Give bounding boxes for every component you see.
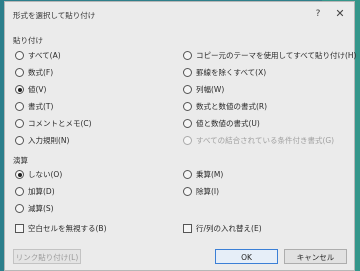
option-label: 列幅(W) <box>196 85 225 94</box>
checkbox-label: 空白セルを無視する(B) <box>28 224 107 233</box>
option-label: 書式(T) <box>28 102 54 111</box>
radio-button[interactable] <box>183 85 192 94</box>
radio-button[interactable] <box>15 136 24 145</box>
option-label: コメントとメモ(C) <box>28 119 92 128</box>
radio-button-disabled <box>183 136 192 145</box>
option-label: 乗算(M) <box>196 170 224 179</box>
option-label: 値と数値の書式(U) <box>196 119 260 128</box>
radio-button-selected[interactable] <box>15 170 24 179</box>
operation-section-label: 演算 <box>13 156 28 165</box>
radio-button[interactable] <box>15 68 24 77</box>
radio-button[interactable] <box>15 51 24 60</box>
radio-button[interactable] <box>183 170 192 179</box>
radio-button[interactable] <box>183 68 192 77</box>
dialog-title: 形式を選択して貼り付け <box>13 11 96 20</box>
radio-button[interactable] <box>183 102 192 111</box>
option-label: 値(V) <box>28 85 47 94</box>
close-button[interactable]: ✕ <box>333 7 347 21</box>
radio-button-selected[interactable] <box>15 85 24 94</box>
radio-button[interactable] <box>15 119 24 128</box>
radio-button[interactable] <box>183 119 192 128</box>
option-label: 減算(S) <box>28 204 54 213</box>
dialog-titlebar: 形式を選択して貼り付け ? ✕ <box>5 2 354 26</box>
cancel-button[interactable]: キャンセル <box>284 249 347 264</box>
radio-button[interactable] <box>183 51 192 60</box>
option-label: すべて(A) <box>28 51 61 60</box>
option-label: すべての結合されている条件付き書式(G) <box>196 136 335 145</box>
paste-link-button: リンク貼り付け(L) <box>13 249 81 264</box>
checkbox[interactable] <box>15 224 24 233</box>
paste-section-label: 貼り付け <box>13 36 43 45</box>
radio-button[interactable] <box>15 187 24 196</box>
help-button[interactable]: ? <box>311 7 325 21</box>
option-label: 数式と数値の書式(R) <box>196 102 268 111</box>
ok-button[interactable]: OK <box>215 249 278 264</box>
option-label: しない(O) <box>28 170 63 179</box>
option-label: 加算(D) <box>28 187 55 196</box>
option-label: 除算(I) <box>196 187 220 196</box>
paste-special-dialog: 形式を選択して貼り付け ? ✕ 貼り付け すべて(A) 数式(F) 値(V) 書… <box>4 1 357 271</box>
checkbox[interactable] <box>183 224 192 233</box>
option-label: 罫線を除くすべて(X) <box>196 68 267 77</box>
radio-button[interactable] <box>183 187 192 196</box>
radio-button[interactable] <box>15 204 24 213</box>
option-label: 入力規則(N) <box>28 136 70 145</box>
radio-button[interactable] <box>15 102 24 111</box>
option-label: コピー元のテーマを使用してすべて貼り付け(H) <box>196 51 357 60</box>
option-label: 数式(F) <box>28 68 54 77</box>
checkbox-label: 行/列の入れ替え(E) <box>196 224 262 233</box>
